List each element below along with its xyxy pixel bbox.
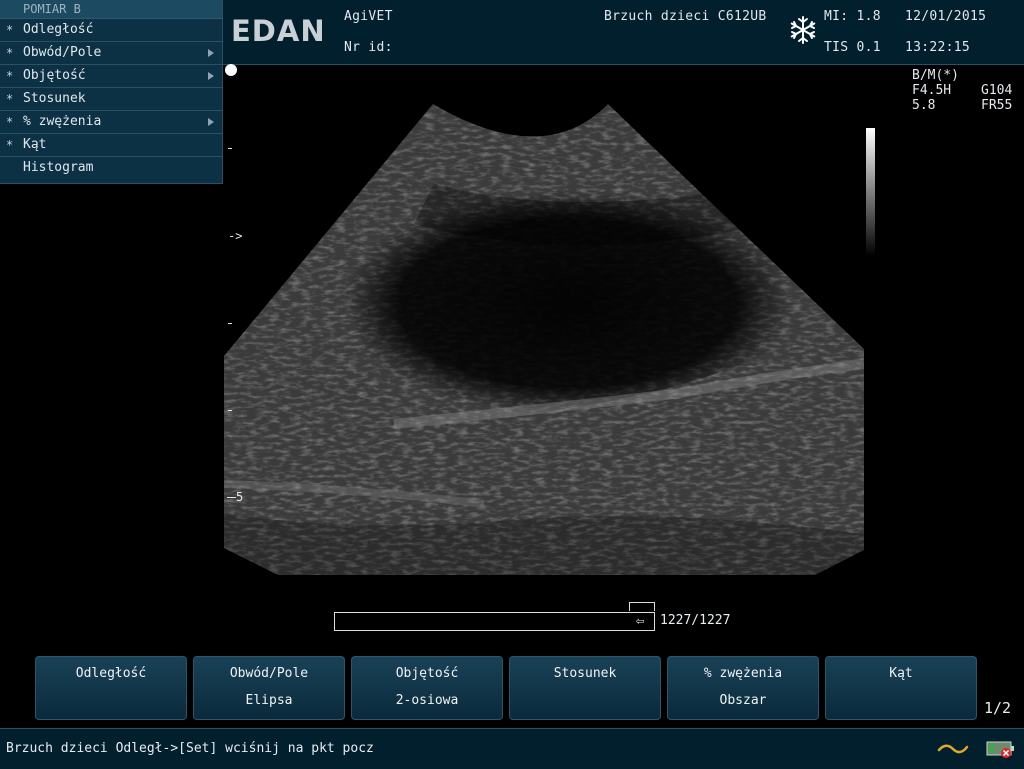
mi-value: MI: 1.8 (824, 9, 881, 24)
menu-item-marker: * (6, 138, 14, 152)
patient-id-label: Nr id: (344, 40, 393, 55)
ultrasound-image-area[interactable] (224, 64, 1024, 594)
softkey-sublabel: Obszar (719, 693, 767, 708)
status-bar: Brzuch dzieci Odległ->[Set] wciśnij na p… (0, 728, 1024, 769)
menu-item-label: Stosunek (23, 91, 86, 106)
softkey-angle[interactable]: Kąt (825, 656, 977, 720)
softkey-volume[interactable]: Objętość 2-osiowa (351, 656, 503, 720)
menu-item-label: Objętość (23, 68, 86, 83)
tis-value: TIS 0.1 (824, 40, 881, 55)
depth-tick (228, 323, 232, 324)
cine-frame-counter: 1227/1227 (660, 613, 731, 628)
probe-frequency: F4.5H (912, 83, 952, 98)
battery-icon (986, 741, 1014, 758)
depth-tick (228, 148, 232, 149)
measurement-menu: POMIAR B * Odległość * Obwód/Pole * Obję… (0, 0, 223, 184)
menu-item-label: Obwód/Pole (23, 45, 102, 60)
softkey-label: Objętość (395, 666, 459, 681)
grayscale-bar (866, 128, 875, 256)
edan-logo: EDAN (231, 14, 326, 48)
menu-item-circumference-area[interactable]: * Obwód/Pole (0, 42, 222, 65)
menu-item-marker: * (6, 23, 14, 37)
menu-item-ratio[interactable]: * Stosunek (0, 88, 222, 111)
menu-item-label: Histogram (23, 160, 94, 175)
menu-item-stenosis[interactable]: * % zwężenia (0, 111, 222, 134)
cine-pointer-icon: ⇦ (636, 613, 645, 629)
exam-preset: Brzuch dzieci C612UB (604, 9, 767, 24)
softkey-stenosis[interactable]: % zwężenia Obszar (667, 656, 819, 720)
softkey-circumference-area[interactable]: Obwód/Pole Elipsa (193, 656, 345, 720)
imaging-mode: B/M(*) (912, 68, 959, 83)
menu-item-label: % zwężenia (23, 114, 102, 129)
hospital-name: AgiVET (344, 9, 393, 24)
menu-item-label: Odległość (23, 22, 94, 37)
date: 12/01/2015 (905, 9, 987, 24)
softkey-label: Odległość (75, 666, 147, 681)
submenu-arrow-icon (208, 72, 214, 80)
softkey-sublabel: 2-osiowa (395, 693, 459, 708)
submenu-arrow-icon (208, 49, 214, 57)
menu-item-histogram[interactable]: Histogram (0, 157, 222, 179)
softkey-distance[interactable]: Odległość (35, 656, 187, 720)
focus-marker: -> (228, 229, 243, 243)
status-message: Brzuch dzieci Odległ->[Set] wciśnij na p… (6, 741, 374, 756)
softkey-label: Kąt (889, 666, 913, 681)
time: 13:22:15 (905, 40, 971, 55)
cine-position-bracket (629, 602, 655, 611)
depth-value: 5.8 (912, 98, 936, 113)
cine-progress-bar[interactable] (334, 612, 655, 631)
menu-item-angle[interactable]: * Kąt (0, 134, 222, 157)
menu-item-label: Kąt (23, 137, 47, 152)
wave-icon (937, 744, 969, 754)
snowflake-icon (790, 16, 816, 44)
softkey-sublabel: Elipsa (245, 693, 293, 708)
menu-item-marker: * (6, 115, 14, 129)
menu-item-marker: * (6, 46, 14, 60)
ultrasound-sector-image (224, 104, 864, 575)
softkey-page-indicator[interactable]: 1/2 (984, 699, 1011, 717)
menu-title: POMIAR B (0, 0, 222, 19)
orientation-marker (225, 64, 237, 76)
menu-item-volume[interactable]: * Objętość (0, 65, 222, 88)
depth-tick (228, 410, 232, 411)
submenu-arrow-icon (208, 118, 214, 126)
menu-item-marker: * (6, 69, 14, 83)
gain-value: G104 (981, 83, 1013, 98)
frame-rate: FR55 (981, 98, 1013, 113)
menu-item-distance[interactable]: * Odległość (0, 19, 222, 42)
softkey-ratio[interactable]: Stosunek (509, 656, 661, 720)
softkey-label: Obwód/Pole (229, 666, 309, 681)
softkey-label: Stosunek (553, 666, 617, 681)
softkey-label: % zwężenia (703, 666, 783, 681)
menu-item-marker: * (6, 92, 14, 106)
depth-label: 5 (227, 490, 243, 504)
